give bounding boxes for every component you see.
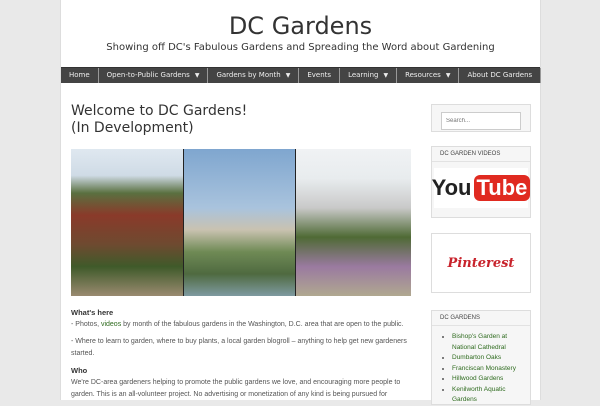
nav-item-open-to-public-gardens[interactable]: Open-to-Public Gardens ▼	[99, 68, 209, 83]
pinterest-logo: Pinterest	[447, 255, 515, 271]
photo-columns	[183, 149, 296, 296]
widget-title: DC GARDEN VIDEOS	[432, 147, 530, 162]
paragraph-learning: - Where to learn to garden, where to buy…	[71, 338, 407, 357]
page-container: DC Gardens Showing off DC's Fabulous Gar…	[60, 0, 542, 405]
garden-photo-collage	[71, 149, 411, 296]
site-tagline: Showing off DC's Fabulous Gardens and Sp…	[106, 42, 495, 53]
videos-widget: DC GARDEN VIDEOS You Tube	[431, 146, 531, 218]
who-heading: Who	[71, 366, 88, 375]
list-item: Hillwood Gardens	[452, 374, 530, 385]
text: by month of the fabulous gardens in the …	[121, 321, 404, 328]
nav-label: About DC Gardens	[467, 71, 533, 79]
garden-link[interactable]: Dumbarton Oaks	[452, 354, 501, 361]
paragraph-who: We're DC-area gardeners helping to promo…	[71, 379, 401, 398]
page-title: Welcome to DC Gardens! (In Development)	[71, 103, 247, 137]
caret-down-icon: ▼	[285, 72, 291, 79]
main-nav: Home Open-to-Public Gardens ▼ Gardens by Mo…	[61, 67, 542, 83]
youtube-you: You	[431, 175, 472, 200]
nav-item-home[interactable]: Home	[61, 68, 99, 83]
whats-here-heading: What's here	[71, 308, 114, 317]
post-content: What's here - Photos, videos by month of…	[71, 307, 416, 406]
list-item: Kenilworth Aquatic Gardens	[452, 385, 530, 406]
paragraph-photos: - Photos, videos by month of the fabulou…	[71, 319, 416, 331]
caret-down-icon: ▼	[383, 72, 389, 79]
title-line-2: (In Development)	[71, 120, 194, 136]
garden-link[interactable]: Hillwood Gardens	[452, 375, 503, 382]
youtube-logo-link[interactable]: You Tube	[431, 168, 531, 208]
nav-label: Learning	[348, 71, 379, 79]
pinterest-logo-link[interactable]: Pinterest	[431, 233, 531, 293]
nav-item-about-dc-gardens[interactable]: About DC Gardens	[459, 68, 542, 83]
videos-link[interactable]: videos	[101, 321, 121, 328]
dc-gardens-widget: DC GARDENS Bishop's Garden at National C…	[431, 310, 531, 405]
list-item: Franciscan Monastery	[452, 364, 530, 375]
photo-brick-house	[71, 149, 183, 296]
text: - Photos,	[71, 321, 101, 328]
gardens-list: Bishop's Garden at National Cathedral Dum…	[432, 326, 530, 406]
garden-link[interactable]: Kenilworth Aquatic Gardens	[452, 386, 505, 404]
search-widget	[431, 104, 531, 132]
widget-title: DC GARDENS	[432, 311, 530, 326]
nav-label: Resources	[405, 71, 441, 79]
nav-item-learning[interactable]: Learning ▼	[340, 68, 398, 83]
nav-label: Open-to-Public Gardens	[106, 71, 190, 79]
garden-link[interactable]: Franciscan Monastery	[452, 365, 516, 372]
nav-label: Events	[307, 71, 332, 79]
nav-label: Gardens by Month	[216, 71, 281, 79]
nav-item-resources[interactable]: Resources ▼	[397, 68, 460, 83]
nav-item-gardens-by-month[interactable]: Gardens by Month ▼	[208, 68, 300, 83]
list-item: Dumbarton Oaks	[452, 353, 530, 364]
nav-label: Home	[69, 71, 90, 79]
title-line-1: Welcome to DC Gardens!	[71, 103, 248, 119]
caret-down-icon: ▼	[445, 72, 451, 79]
photo-mansion-garden	[296, 149, 411, 296]
caret-down-icon: ▼	[194, 72, 200, 79]
site-title[interactable]: DC Gardens	[61, 12, 540, 40]
garden-link[interactable]: Bishop's Garden at National Cathedral	[452, 333, 507, 351]
nav-item-events[interactable]: Events	[299, 68, 341, 83]
list-item: Bishop's Garden at National Cathedral	[452, 332, 530, 353]
youtube-tube: Tube	[473, 175, 531, 201]
search-input[interactable]	[441, 112, 521, 130]
